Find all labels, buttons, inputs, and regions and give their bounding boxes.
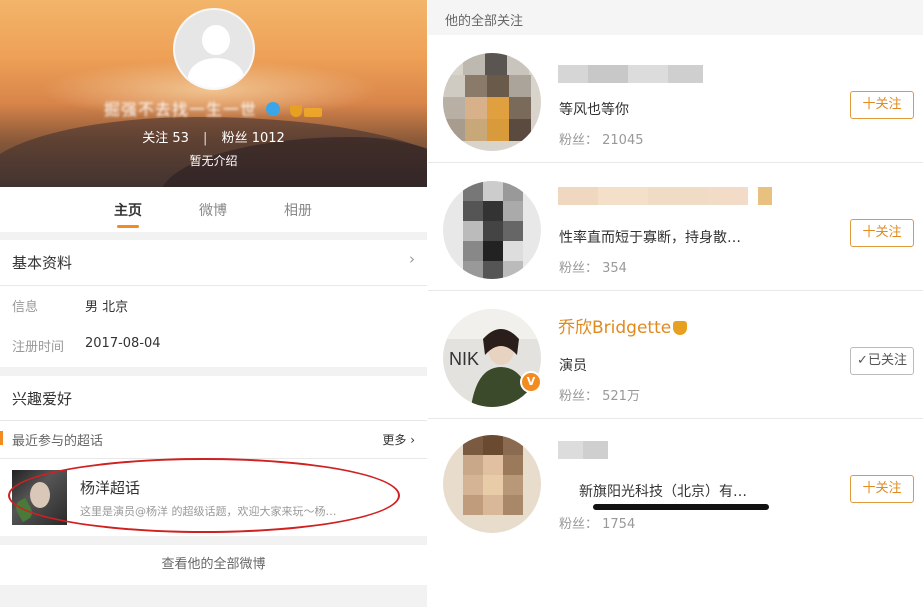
home-indicator bbox=[593, 504, 769, 510]
user-description: 演员 bbox=[559, 358, 587, 374]
info-value: 男 北京 bbox=[85, 300, 129, 315]
blurred-username bbox=[558, 441, 608, 459]
user-fans: 粉丝： 21045 bbox=[559, 133, 644, 148]
user-name[interactable]: 乔欣Bridgette bbox=[558, 313, 688, 338]
list-item[interactable]: 等风也等你 粉丝： 21045 十关注 bbox=[428, 35, 923, 163]
user-fans: 粉丝： 521万 bbox=[559, 389, 640, 404]
profile-tabs: 主页 微博 相册 bbox=[0, 187, 427, 232]
basic-info-card[interactable]: 基本资料 › 信息 男 北京 注册时间 2017-08-04 bbox=[0, 240, 427, 367]
fans-count[interactable]: 粉丝 1012 bbox=[222, 131, 285, 146]
follow-button[interactable]: 十关注 bbox=[850, 219, 914, 247]
active-tab-indicator bbox=[117, 225, 139, 228]
follow-button[interactable]: 十关注 bbox=[850, 91, 914, 119]
user-description: 等风也等你 bbox=[559, 102, 629, 118]
tab-weibo[interactable]: 微博 bbox=[199, 200, 227, 220]
register-time-label: 注册时间 bbox=[12, 340, 65, 355]
profile-panel: 掘强不去找一生一世 关注 53 | 粉丝 1012 暂无介绍 主页 微博 相册 … bbox=[0, 0, 427, 607]
annotation-circle bbox=[8, 458, 400, 533]
user-description: 性率直而短于寡断，持身散… bbox=[559, 230, 741, 246]
info-label: 信息 bbox=[12, 300, 39, 315]
verified-badge-icon: V bbox=[520, 371, 542, 393]
basic-info-title: 基本资料 bbox=[12, 254, 73, 272]
list-item[interactable]: 新旗阳光科技（北京）有… 粉丝： 1754 十关注 bbox=[428, 419, 923, 547]
vip-icon[interactable] bbox=[289, 102, 323, 117]
blurred-username bbox=[558, 187, 772, 205]
following-panel: 他的全部关注 等风也等你 粉丝： 21045 十关注 性率直而短于寡断，持身散…… bbox=[428, 0, 923, 607]
profile-avatar[interactable] bbox=[173, 8, 255, 90]
chevron-right-icon[interactable]: › bbox=[409, 250, 415, 268]
profile-stats: 关注 53 | 粉丝 1012 bbox=[142, 131, 285, 146]
blurred-username bbox=[558, 65, 703, 83]
hobbies-title: 兴趣爱好 bbox=[12, 390, 73, 408]
profile-intro: 暂无介绍 bbox=[189, 154, 238, 168]
register-time-value: 2017-08-04 bbox=[85, 336, 161, 351]
tab-home[interactable]: 主页 bbox=[114, 200, 142, 220]
following-count[interactable]: 关注 53 bbox=[142, 131, 189, 146]
profile-header-background: 掘强不去找一生一世 关注 53 | 粉丝 1012 暂无介绍 bbox=[0, 0, 427, 187]
avatar[interactable] bbox=[443, 53, 541, 151]
tab-album[interactable]: 相册 bbox=[284, 200, 312, 220]
list-item[interactable]: 性率直而短于寡断，持身散… 粉丝： 354 十关注 bbox=[428, 163, 923, 291]
chevron-right-icon: › bbox=[410, 433, 415, 447]
vip-crown-icon bbox=[673, 321, 688, 335]
user-description: 新旗阳光科技（北京）有… bbox=[579, 484, 747, 500]
verified-icon bbox=[266, 101, 280, 116]
user-fans: 粉丝： 354 bbox=[559, 261, 627, 276]
following-header: 他的全部关注 bbox=[428, 0, 923, 35]
follow-button[interactable]: 十关注 bbox=[850, 475, 914, 503]
user-fans: 粉丝： 1754 bbox=[559, 517, 636, 532]
view-all-weibo-button[interactable]: 查看他的全部微博 bbox=[0, 545, 427, 585]
more-link[interactable]: 更多 › bbox=[382, 431, 415, 448]
avatar[interactable] bbox=[443, 435, 541, 533]
svg-text:NIK: NIK bbox=[449, 349, 479, 369]
list-item[interactable]: NIK V 乔欣Bridgette 演员 粉丝： 521万 ✓已关注 bbox=[428, 291, 923, 419]
hobbies-card: 兴趣爱好 最近参与的超话 更多 › 杨洋超话 这里是演员@杨洋 的超级话题，欢迎… bbox=[0, 376, 427, 536]
section-marker bbox=[0, 431, 3, 445]
followed-button[interactable]: ✓已关注 bbox=[850, 347, 914, 375]
recent-super-topics-label: 最近参与的超话 bbox=[12, 434, 104, 449]
profile-nickname: 掘强不去找一生一世 bbox=[103, 100, 257, 119]
avatar[interactable] bbox=[443, 181, 541, 279]
